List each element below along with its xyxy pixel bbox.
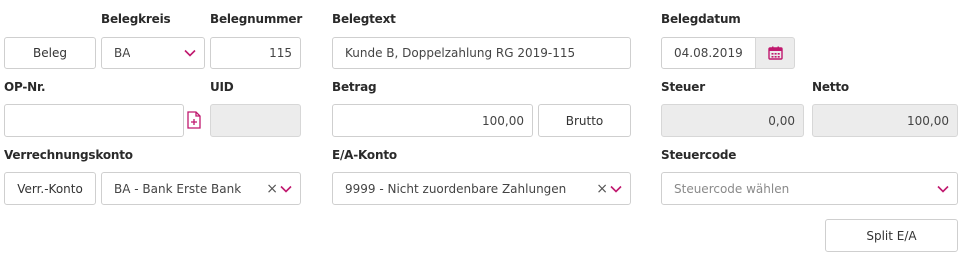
netto-value: 100,00 bbox=[907, 113, 949, 128]
label-uid: UID bbox=[210, 80, 234, 94]
betrag-value: 100,00 bbox=[482, 113, 524, 128]
label-verrechnungskonto: Verrechnungskonto bbox=[4, 148, 133, 162]
belegkreis-select[interactable]: BA bbox=[101, 37, 205, 69]
netto-field[interactable]: 100,00 bbox=[812, 104, 958, 137]
label-netto: Netto bbox=[812, 80, 849, 94]
belegtext-value: Kunde B, Doppelzahlung RG 2019-115 bbox=[345, 46, 576, 60]
steuercode-placeholder: Steuercode wählen bbox=[674, 181, 790, 196]
chevron-down-icon bbox=[184, 49, 196, 57]
belegkreis-value: BA bbox=[114, 46, 131, 60]
steuer-value: 0,00 bbox=[768, 113, 795, 128]
chevron-down-icon bbox=[610, 185, 622, 193]
label-ea-konto: E/A-Konto bbox=[332, 148, 397, 162]
belegdatum-value: 04.08.2019 bbox=[674, 46, 743, 60]
add-document-icon[interactable] bbox=[187, 111, 201, 129]
label-betrag: Betrag bbox=[332, 80, 377, 94]
op-nr-field[interactable] bbox=[4, 104, 184, 137]
verr-konto-button[interactable]: Verr.-Konto bbox=[4, 172, 96, 205]
verrechnungskonto-select[interactable]: BA - Bank Erste Bank × bbox=[101, 172, 301, 205]
label-belegkreis: Belegkreis bbox=[101, 12, 171, 26]
belegtext-field[interactable]: Kunde B, Doppelzahlung RG 2019-115 bbox=[332, 37, 631, 69]
label-belegdatum: Belegdatum bbox=[661, 12, 741, 26]
steuercode-select[interactable]: Steuercode wählen bbox=[661, 172, 958, 205]
label-op-nr: OP-Nr. bbox=[4, 80, 46, 94]
brutto-button[interactable]: Brutto bbox=[538, 104, 631, 137]
calendar-icon bbox=[767, 46, 783, 60]
clear-icon[interactable]: × bbox=[596, 181, 608, 197]
chevron-down-icon bbox=[937, 185, 949, 193]
uid-field[interactable] bbox=[210, 104, 301, 137]
ea-konto-value: 9999 - Nicht zuordenbare Zahlungen bbox=[345, 181, 567, 196]
calendar-button[interactable] bbox=[755, 37, 795, 69]
chevron-down-icon bbox=[280, 185, 292, 193]
label-belegtext: Belegtext bbox=[332, 12, 396, 26]
belegdatum-field[interactable]: 04.08.2019 bbox=[661, 37, 756, 69]
belegnummer-field[interactable]: 115 bbox=[210, 37, 301, 69]
split-ea-button[interactable]: Split E/A bbox=[825, 219, 958, 252]
verrechnungskonto-value: BA - Bank Erste Bank bbox=[114, 181, 242, 196]
label-steuercode: Steuercode bbox=[661, 148, 737, 162]
ea-konto-select[interactable]: 9999 - Nicht zuordenbare Zahlungen × bbox=[332, 172, 631, 205]
belegnummer-value: 115 bbox=[269, 46, 292, 60]
clear-icon[interactable]: × bbox=[266, 181, 278, 197]
label-belegnummer: Belegnummer bbox=[210, 12, 303, 26]
label-steuer: Steuer bbox=[661, 80, 705, 94]
beleg-button[interactable]: Beleg bbox=[4, 37, 96, 69]
steuer-field[interactable]: 0,00 bbox=[661, 104, 804, 137]
betrag-field[interactable]: 100,00 bbox=[332, 104, 533, 137]
